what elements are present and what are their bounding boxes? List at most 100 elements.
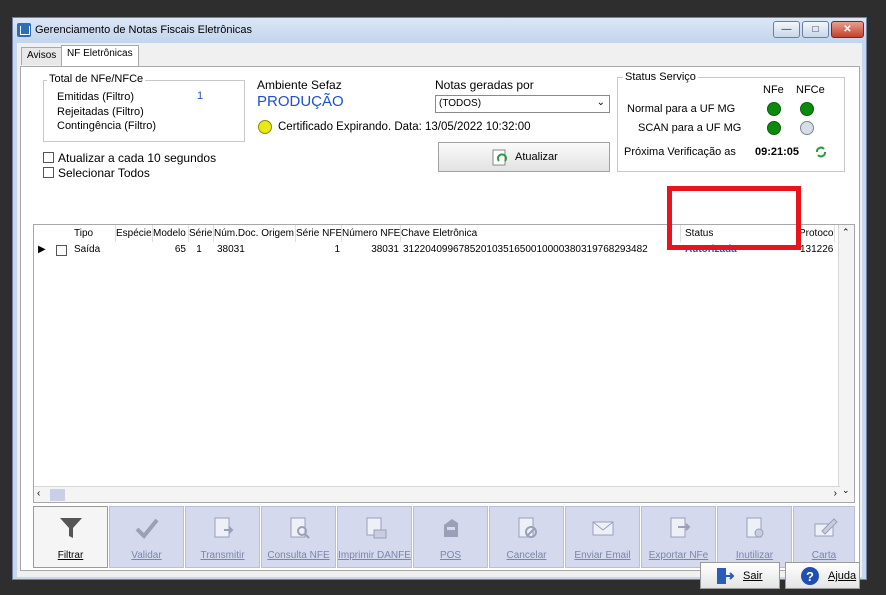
close-button[interactable]: ✕ xyxy=(831,21,864,38)
scan-label: SCAN para a UF MG xyxy=(638,122,742,134)
title-bar: Gerenciamento de Notas Fiscais Eletrônic… xyxy=(13,18,866,43)
status-scan-nfe-icon xyxy=(767,121,781,135)
help-icon: ? xyxy=(801,567,819,585)
atualizar-button[interactable]: Atualizar xyxy=(438,142,610,172)
refresh-icon[interactable] xyxy=(814,145,828,159)
emitidas-label: Emitidas (Filtro) xyxy=(57,91,135,103)
document-export-icon xyxy=(670,517,691,538)
pos-button[interactable]: POS xyxy=(413,506,488,568)
enviar-email-button[interactable]: Enviar Email xyxy=(565,506,640,568)
ajuda-button[interactable]: ? Ajuda xyxy=(785,562,860,589)
inutilizar-button[interactable]: Inutilizar xyxy=(717,506,792,568)
filtrar-label: Filtrar xyxy=(57,550,84,561)
pos-label: POS xyxy=(439,550,462,561)
cell-chave[interactable]: 3122040996785201035165001000038031976829… xyxy=(403,243,681,258)
window-title: Gerenciamento de Notas Fiscais Eletrônic… xyxy=(35,24,253,36)
cell-num-doc[interactable]: 38031 xyxy=(217,243,277,258)
row-checkbox[interactable] xyxy=(56,245,67,256)
notas-select-value: (TODOS) xyxy=(439,98,482,109)
cell-especie[interactable] xyxy=(116,243,153,258)
consulta-nfe-button[interactable]: Consulta NFE xyxy=(261,506,336,568)
imprimir-danfe-label: Imprimir DANFE xyxy=(338,550,411,561)
cell-tipo[interactable]: Saída xyxy=(74,243,116,258)
status-normal-nfce-icon xyxy=(800,102,814,116)
cell-serie[interactable]: 1 xyxy=(189,243,209,258)
notas-select[interactable]: (TODOS) ⌄ xyxy=(435,95,610,113)
auto-refresh-checkbox[interactable] xyxy=(43,152,54,163)
chevron-right-icon[interactable]: › xyxy=(834,488,837,499)
emitidas-count: 1 xyxy=(197,90,204,102)
normal-label: Normal para a UF MG xyxy=(627,103,736,115)
cancelar-label: Cancelar xyxy=(506,550,547,561)
scroll-thumb[interactable] xyxy=(50,489,65,501)
cell-serie-nfe[interactable]: 1 xyxy=(296,243,340,258)
vertical-scrollbar[interactable]: ⌃ ⌄ xyxy=(838,225,854,502)
col-header-serie[interactable]: Série xyxy=(189,225,214,242)
app-icon xyxy=(17,23,31,37)
transmitir-button[interactable]: Transmitir xyxy=(185,506,260,568)
exportar-nfe-button[interactable]: Exportar NFe xyxy=(641,506,716,568)
nfe-grid: Tipo Espécie Modelo Série Núm.Doc. Orige… xyxy=(33,224,855,503)
cell-numero-nfe[interactable]: 38031 xyxy=(342,243,399,258)
tab-nf-eletronicas[interactable]: NF Eletrônicas xyxy=(61,45,139,66)
col-header-numero-nfe[interactable]: Número NFE xyxy=(342,225,401,242)
sair-button[interactable]: Sair xyxy=(700,562,780,589)
col-header-modelo[interactable]: Modelo xyxy=(153,225,189,242)
col-header-num-doc[interactable]: Núm.Doc. Origem xyxy=(214,225,296,242)
letter-pencil-icon xyxy=(814,518,838,537)
validar-button[interactable]: Validar xyxy=(109,506,184,568)
col-header-protocolo[interactable]: Protoco xyxy=(799,225,835,242)
carta-button[interactable]: Carta xyxy=(793,506,855,568)
document-disable-icon xyxy=(746,517,764,538)
validar-label: Validar xyxy=(131,550,162,561)
col-header-chave[interactable]: Chave Eletrônica xyxy=(401,225,681,242)
imprimir-danfe-button[interactable]: Imprimir DANFE xyxy=(337,506,412,568)
email-icon xyxy=(592,521,614,536)
col-header-tipo[interactable]: Tipo xyxy=(74,225,116,242)
print-document-icon xyxy=(366,517,387,539)
enviar-email-label: Enviar Email xyxy=(574,550,631,561)
rejeitadas-label: Rejeitadas (Filtro) xyxy=(57,106,144,118)
col-header-especie[interactable]: Espécie xyxy=(116,225,153,242)
exit-door-icon xyxy=(717,568,735,584)
atualizar-label: Atualizar xyxy=(515,151,558,163)
cell-protocolo[interactable]: 131226 xyxy=(800,243,836,258)
contingencia-label: Contingência (Filtro) xyxy=(57,120,157,132)
filtrar-button[interactable]: Filtrar xyxy=(33,506,108,568)
checkmark-icon xyxy=(135,518,159,539)
document-send-icon xyxy=(214,517,234,538)
col-header-serie-nfe[interactable]: Série NFE xyxy=(296,225,342,242)
document-cancel-icon xyxy=(518,517,537,538)
tab-avisos[interactable]: Avisos xyxy=(21,47,63,65)
consulta-nfe-label: Consulta NFE xyxy=(267,550,330,561)
main-window: Gerenciamento de Notas Fiscais Eletrônic… xyxy=(12,17,867,589)
proxima-label: Próxima Verificação as xyxy=(624,146,736,158)
chevron-down-icon: ⌄ xyxy=(596,97,605,108)
maximize-button[interactable]: □ xyxy=(802,21,829,38)
col-nfce: NFCe xyxy=(796,84,825,96)
ambiente-title: Ambiente Sefaz xyxy=(257,78,342,92)
cell-modelo[interactable]: 65 xyxy=(153,243,186,258)
chevron-down-icon[interactable]: ⌄ xyxy=(842,485,850,496)
pos-terminal-icon xyxy=(444,519,458,537)
select-all-checkbox[interactable] xyxy=(43,167,54,178)
action-toolbar: Filtrar Validar Transmitir Consulta NFE … xyxy=(33,506,855,570)
auto-refresh-label: Atualizar a cada 10 segundos xyxy=(58,151,217,165)
status-normal-nfe-icon xyxy=(767,102,781,116)
notas-title: Notas geradas por xyxy=(435,78,534,92)
status-scan-nfce-icon xyxy=(800,121,814,135)
window-body: Avisos NF Eletrônicas Total de NFe/NFCe … xyxy=(17,43,862,589)
document-search-icon xyxy=(290,517,310,539)
exportar-nfe-label: Exportar NFe xyxy=(648,550,709,561)
status-servico-title: Status Serviço xyxy=(623,71,698,83)
ajuda-label: Ajuda xyxy=(828,570,857,582)
chevron-left-icon[interactable]: ‹ xyxy=(37,488,40,499)
cancelar-button[interactable]: Cancelar xyxy=(489,506,564,568)
certificate-warning-icon xyxy=(258,120,272,134)
filter-icon xyxy=(60,518,82,538)
horizontal-scrollbar[interactable]: ‹ › xyxy=(34,486,840,502)
ambiente-value: PRODUÇÃO xyxy=(257,93,344,110)
chevron-up-icon[interactable]: ⌃ xyxy=(842,227,850,238)
minimize-button[interactable]: — xyxy=(773,21,800,38)
status-highlight-box xyxy=(667,186,801,250)
